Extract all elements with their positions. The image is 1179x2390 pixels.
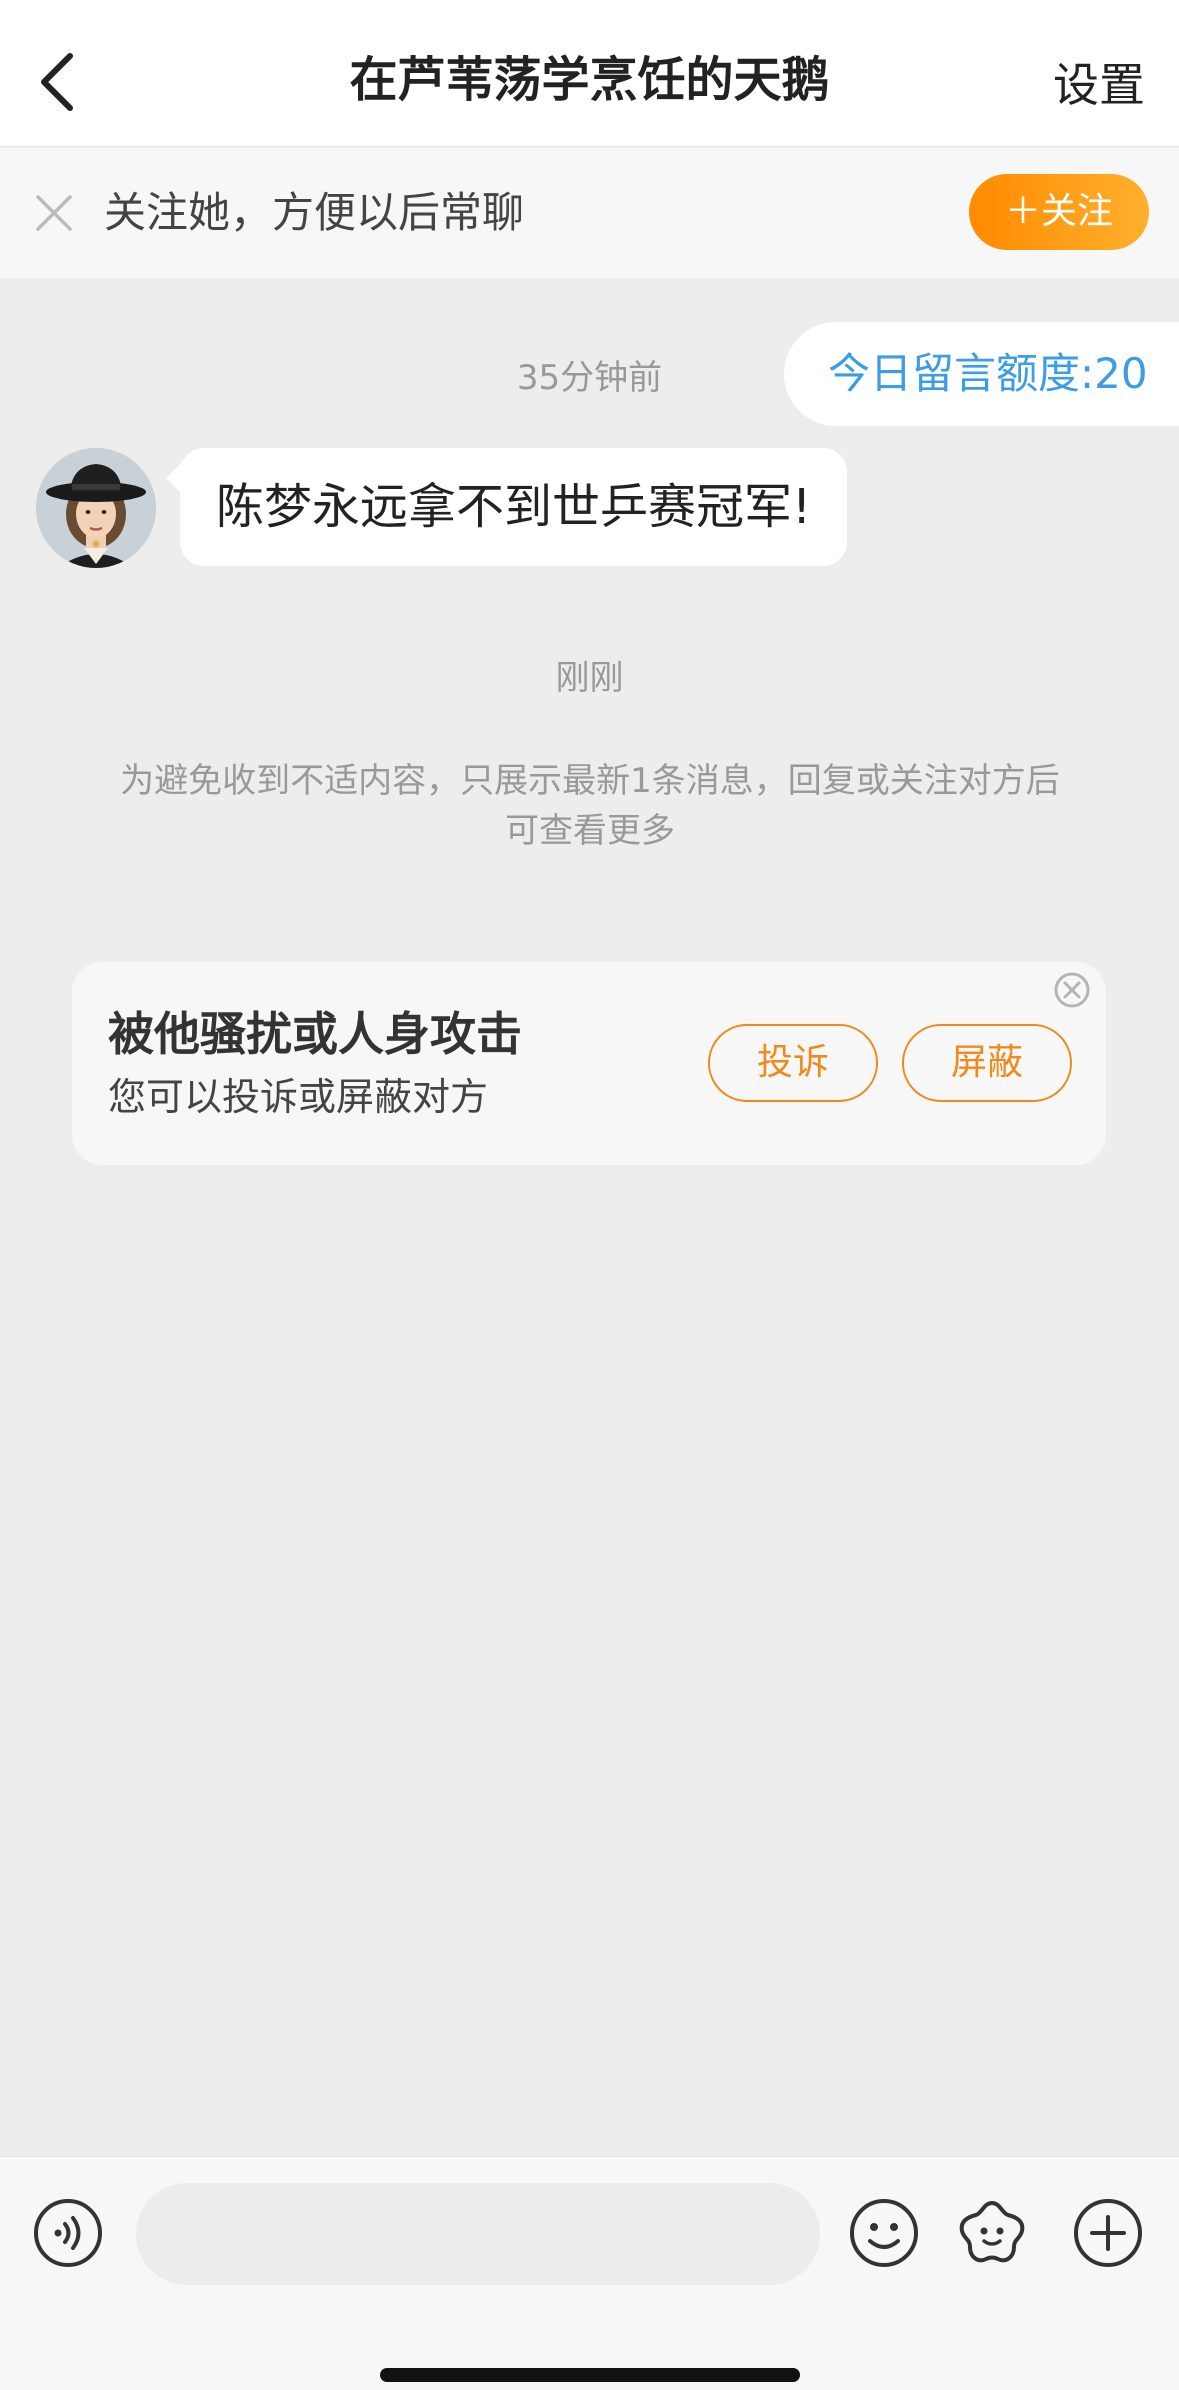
settings-button[interactable]: 设置 <box>1053 50 1145 120</box>
message-input[interactable] <box>136 2183 820 2285</box>
chevron-left-icon <box>41 53 73 111</box>
more-options-button[interactable] <box>1072 2197 1144 2269</box>
page-title: 在芦苇荡学烹饪的天鹅 <box>349 52 830 108</box>
circle-close-icon <box>1054 972 1090 1008</box>
harassment-report-card: 被他骚扰或人身攻击 您可以投诉或屏蔽对方 投诉 屏蔽 <box>72 962 1106 1165</box>
block-button[interactable]: 屏蔽 <box>902 1024 1072 1102</box>
home-indicator <box>380 2368 800 2382</box>
message-timestamp: 35分钟前 <box>516 358 663 398</box>
sticker-icon <box>959 2201 1025 2263</box>
message-input-bar <box>0 2156 1179 2390</box>
emoji-button[interactable] <box>848 2197 920 2269</box>
voice-icon <box>34 2199 102 2267</box>
received-message-bubble[interactable]: 陈梦永远拿不到世乒赛冠军! <box>165 448 848 566</box>
avatar-image <box>36 448 156 568</box>
sticker-button[interactable] <box>956 2197 1028 2269</box>
back-button[interactable] <box>30 42 90 122</box>
report-card-subtitle: 您可以投诉或屏蔽对方 <box>108 1075 489 1119</box>
content-filter-notice: 为避免收到不适内容，只展示最新1条消息，回复或关注对方后可查看更多 <box>120 761 1060 851</box>
banner-close-button[interactable] <box>32 191 76 235</box>
voice-input-button[interactable] <box>32 2197 104 2269</box>
report-card-title: 被他骚扰或人身攻击 <box>108 1007 522 1061</box>
message-timestamp-recent: 刚刚 <box>555 658 624 698</box>
navigation-bar: 在芦苇荡学烹饪的天鹅 设置 <box>0 0 1179 147</box>
card-close-button[interactable] <box>1052 970 1092 1010</box>
plus-icon <box>1074 2199 1142 2267</box>
follow-banner: 关注她，方便以后常聊 ＋关注 <box>0 148 1179 278</box>
follow-button[interactable]: ＋关注 <box>969 174 1149 250</box>
follow-prompt-text: 关注她，方便以后常聊 <box>104 188 525 237</box>
avatar[interactable] <box>36 448 156 568</box>
report-button[interactable]: 投诉 <box>708 1024 878 1102</box>
emoji-icon <box>850 2199 918 2267</box>
chat-screen: 在芦苇荡学烹饪的天鹅 设置 关注她，方便以后常聊 ＋关注 今日留言额度:20 3… <box>0 0 1179 2390</box>
close-icon <box>36 195 72 231</box>
